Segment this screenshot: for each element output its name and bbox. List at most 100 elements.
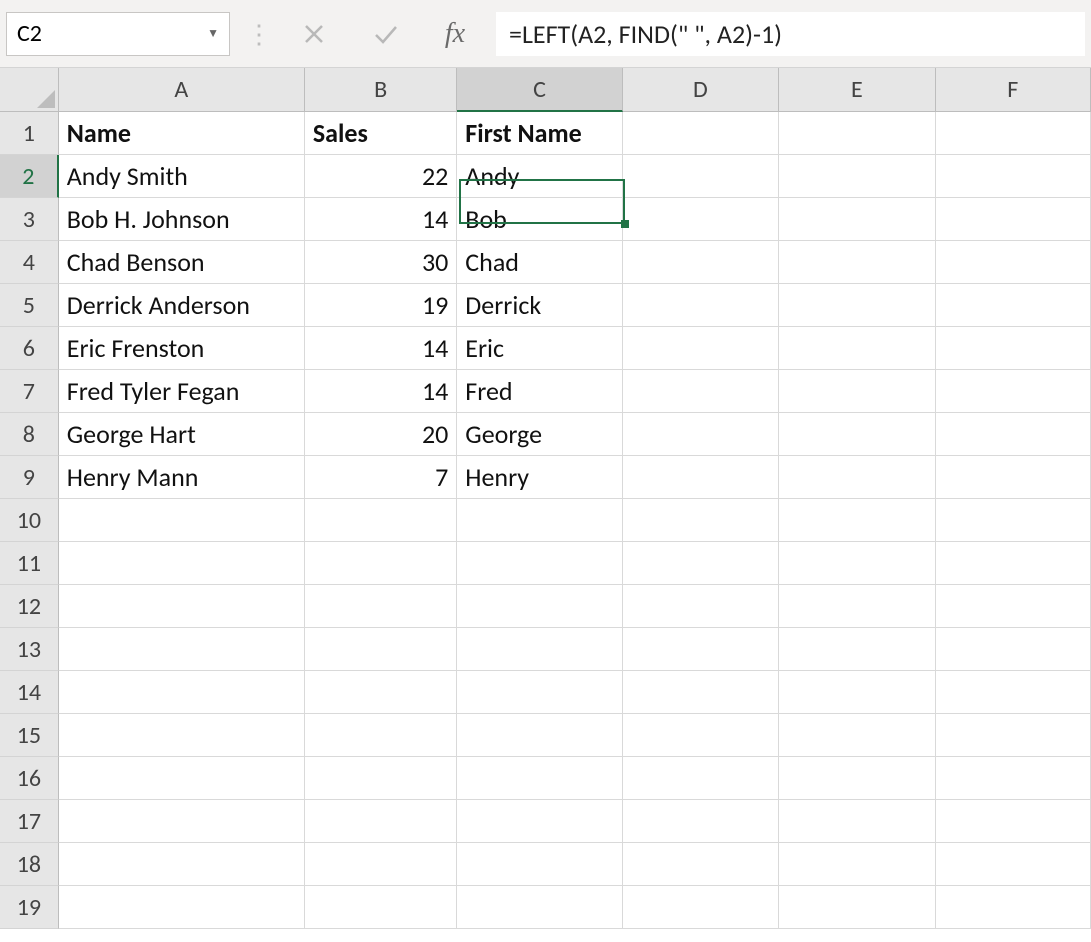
cell-B4[interactable]: 30 xyxy=(305,241,457,284)
cell-C8[interactable]: George xyxy=(457,413,622,456)
cell-D14[interactable] xyxy=(623,671,779,714)
cell-B17[interactable] xyxy=(305,800,457,843)
cell-E5[interactable] xyxy=(779,284,935,327)
cell-B5[interactable]: 19 xyxy=(305,284,457,327)
cell-A12[interactable] xyxy=(59,585,305,628)
column-header-F[interactable]: F xyxy=(936,68,1091,112)
cell-E19[interactable] xyxy=(779,886,935,929)
cell-C18[interactable] xyxy=(457,843,622,886)
row-header-9[interactable]: 9 xyxy=(0,456,59,499)
cell-E9[interactable] xyxy=(779,456,935,499)
cell-D13[interactable] xyxy=(623,628,779,671)
cell-D9[interactable] xyxy=(623,456,779,499)
cell-C14[interactable] xyxy=(457,671,622,714)
cell-E13[interactable] xyxy=(779,628,935,671)
cell-B14[interactable] xyxy=(305,671,457,714)
cell-C4[interactable]: Chad xyxy=(457,241,622,284)
cell-A13[interactable] xyxy=(59,628,305,671)
cell-B11[interactable] xyxy=(305,542,457,585)
column-header-B[interactable]: B xyxy=(305,68,457,112)
cell-B3[interactable]: 14 xyxy=(305,198,457,241)
cell-E10[interactable] xyxy=(779,499,935,542)
cell-D12[interactable] xyxy=(623,585,779,628)
cell-C1[interactable]: First Name xyxy=(457,112,622,155)
cell-F17[interactable] xyxy=(936,800,1091,843)
column-header-E[interactable]: E xyxy=(779,68,935,112)
cell-E8[interactable] xyxy=(779,413,935,456)
cell-F1[interactable] xyxy=(936,112,1091,155)
cell-F16[interactable] xyxy=(936,757,1091,800)
cell-A3[interactable]: Bob H. Johnson xyxy=(59,198,305,241)
row-header-17[interactable]: 17 xyxy=(0,800,59,843)
cell-B6[interactable]: 14 xyxy=(305,327,457,370)
cell-D18[interactable] xyxy=(623,843,779,886)
cell-E17[interactable] xyxy=(779,800,935,843)
cell-D15[interactable] xyxy=(623,714,779,757)
cell-A9[interactable]: Henry Mann xyxy=(59,456,305,499)
cell-F18[interactable] xyxy=(936,843,1091,886)
cell-A11[interactable] xyxy=(59,542,305,585)
cell-B15[interactable] xyxy=(305,714,457,757)
worksheet-grid[interactable]: ABCDEF1NameSalesFirst Name2Andy Smith22A… xyxy=(0,68,1091,929)
cell-A18[interactable] xyxy=(59,843,305,886)
cell-C7[interactable]: Fred xyxy=(457,370,622,413)
cell-E3[interactable] xyxy=(779,198,935,241)
column-header-A[interactable]: A xyxy=(59,68,305,112)
cell-F12[interactable] xyxy=(936,585,1091,628)
row-header-18[interactable]: 18 xyxy=(0,843,59,886)
cell-A15[interactable] xyxy=(59,714,305,757)
name-box[interactable]: C2 ▼ xyxy=(6,12,230,56)
cell-F13[interactable] xyxy=(936,628,1091,671)
cell-A4[interactable]: Chad Benson xyxy=(59,241,305,284)
cell-A17[interactable] xyxy=(59,800,305,843)
cell-A5[interactable]: Derrick Anderson xyxy=(59,284,305,327)
cell-C13[interactable] xyxy=(457,628,622,671)
cell-B2[interactable]: 22 xyxy=(305,155,457,198)
row-header-15[interactable]: 15 xyxy=(0,714,59,757)
cell-E15[interactable] xyxy=(779,714,935,757)
cell-D10[interactable] xyxy=(623,499,779,542)
cell-A2[interactable]: Andy Smith xyxy=(59,155,305,198)
cell-E18[interactable] xyxy=(779,843,935,886)
cell-C11[interactable] xyxy=(457,542,622,585)
cell-D19[interactable] xyxy=(623,886,779,929)
formula-input[interactable]: =LEFT(A2, FIND(" ", A2)-1) xyxy=(496,12,1085,56)
cell-D3[interactable] xyxy=(623,198,779,241)
cell-C10[interactable] xyxy=(457,499,622,542)
cell-A8[interactable]: George Hart xyxy=(59,413,305,456)
cell-A16[interactable] xyxy=(59,757,305,800)
cell-E1[interactable] xyxy=(779,112,935,155)
cell-A1[interactable]: Name xyxy=(59,112,305,155)
cell-B7[interactable]: 14 xyxy=(305,370,457,413)
cell-F9[interactable] xyxy=(936,456,1091,499)
cell-B10[interactable] xyxy=(305,499,457,542)
row-header-19[interactable]: 19 xyxy=(0,886,59,929)
cell-C2[interactable]: Andy xyxy=(457,155,622,198)
cell-C16[interactable] xyxy=(457,757,622,800)
cell-B1[interactable]: Sales xyxy=(305,112,457,155)
cell-E2[interactable] xyxy=(779,155,935,198)
cell-F2[interactable] xyxy=(936,155,1091,198)
cell-F10[interactable] xyxy=(936,499,1091,542)
cell-B19[interactable] xyxy=(305,886,457,929)
cell-D17[interactable] xyxy=(623,800,779,843)
row-header-16[interactable]: 16 xyxy=(0,757,59,800)
insert-function-button[interactable]: fx xyxy=(430,18,480,50)
select-all-corner[interactable] xyxy=(0,68,59,112)
cell-F4[interactable] xyxy=(936,241,1091,284)
cell-F5[interactable] xyxy=(936,284,1091,327)
cell-F15[interactable] xyxy=(936,714,1091,757)
cell-F7[interactable] xyxy=(936,370,1091,413)
cell-D16[interactable] xyxy=(623,757,779,800)
row-header-5[interactable]: 5 xyxy=(0,284,59,327)
cell-E7[interactable] xyxy=(779,370,935,413)
chevron-down-icon[interactable]: ▼ xyxy=(207,26,219,41)
cell-C15[interactable] xyxy=(457,714,622,757)
cell-A7[interactable]: Fred Tyler Fegan xyxy=(59,370,305,413)
cell-F6[interactable] xyxy=(936,327,1091,370)
cell-C12[interactable] xyxy=(457,585,622,628)
cell-F11[interactable] xyxy=(936,542,1091,585)
cell-A10[interactable] xyxy=(59,499,305,542)
row-header-12[interactable]: 12 xyxy=(0,585,59,628)
cell-E16[interactable] xyxy=(779,757,935,800)
